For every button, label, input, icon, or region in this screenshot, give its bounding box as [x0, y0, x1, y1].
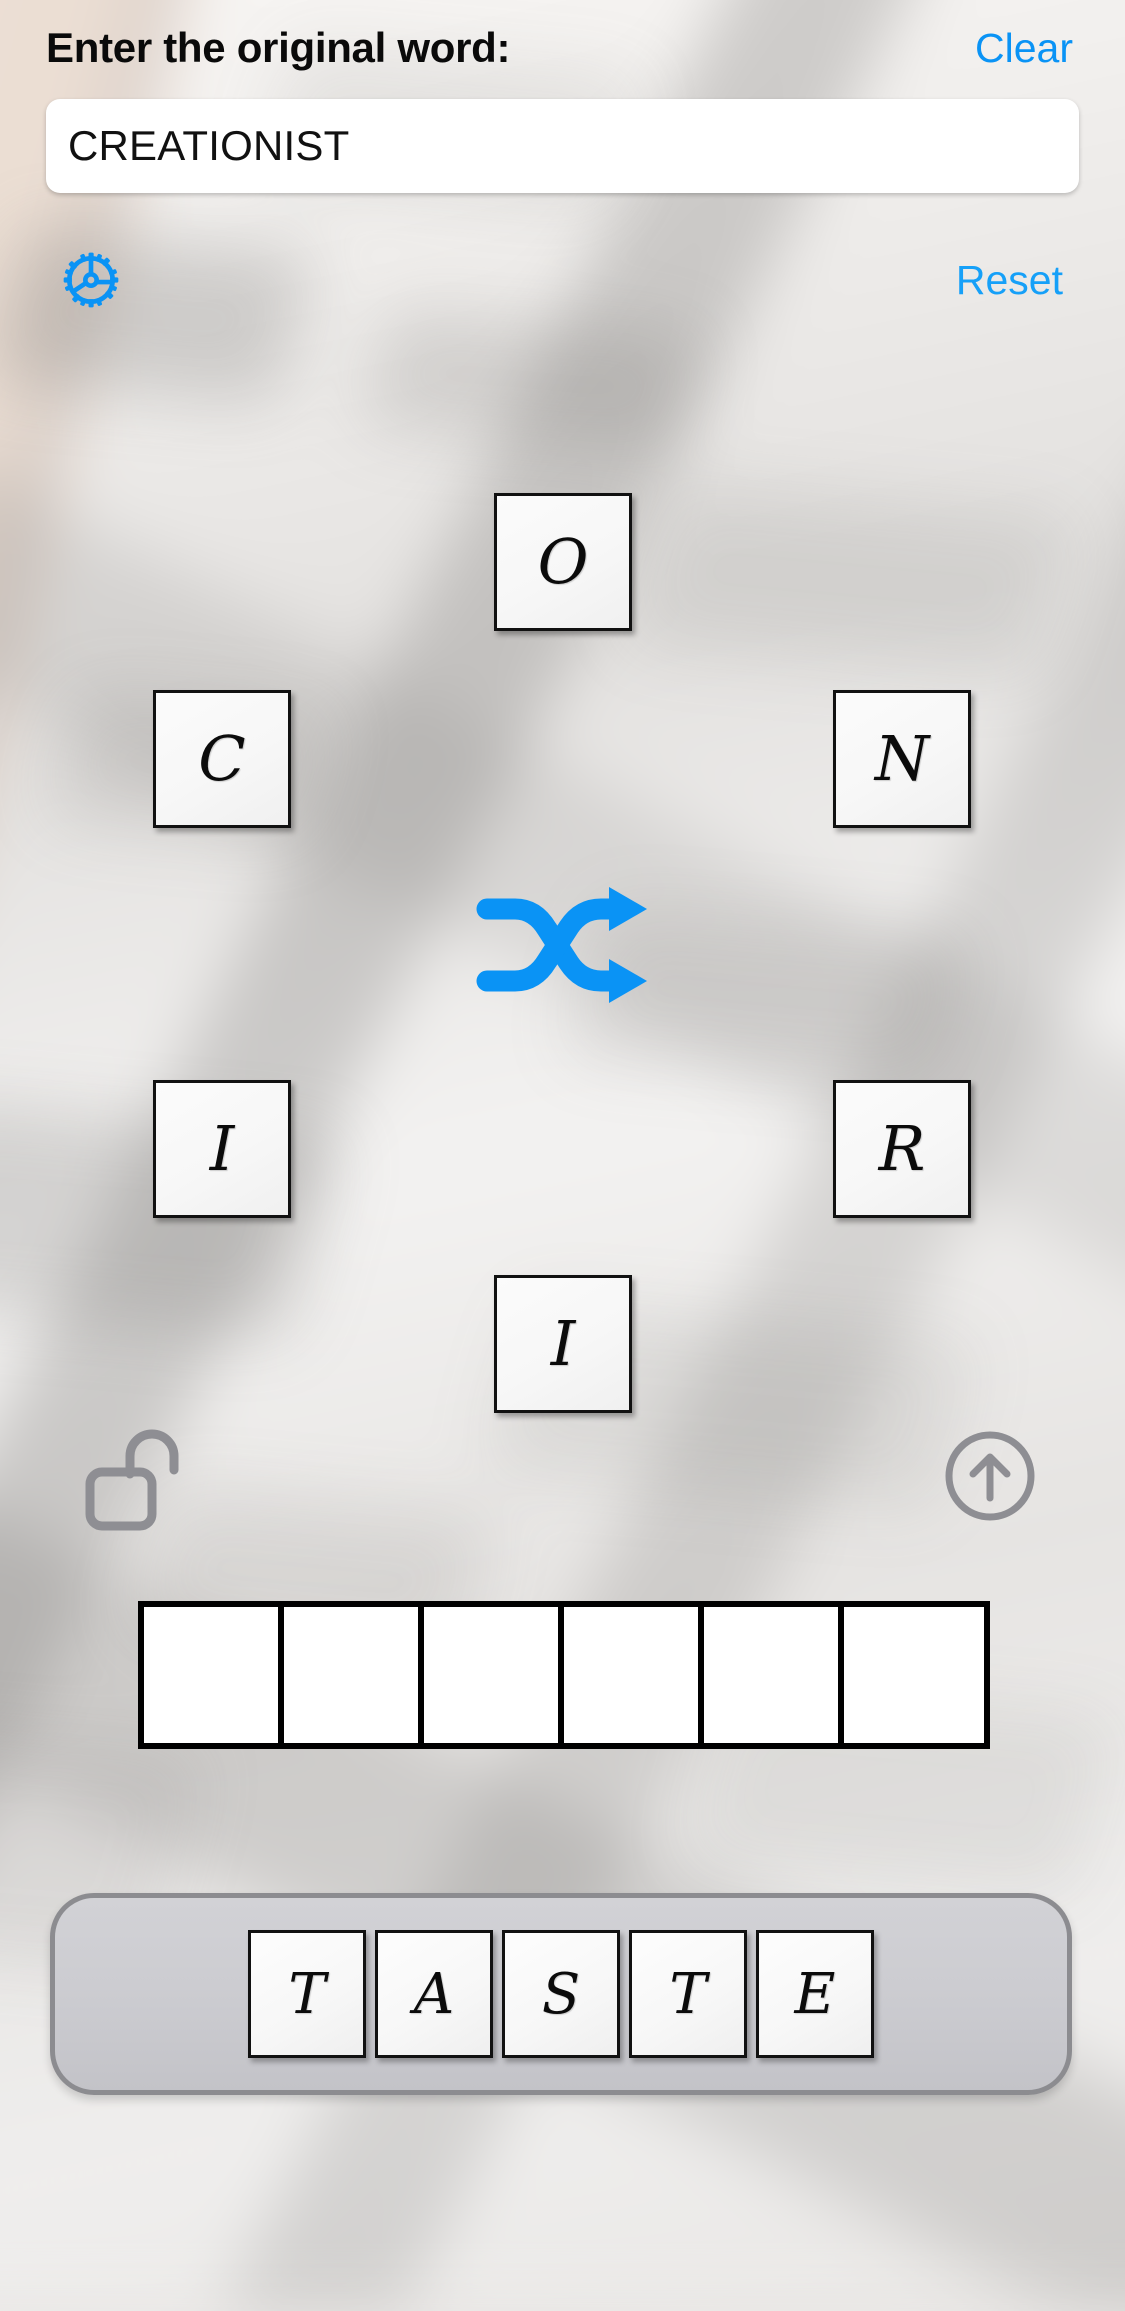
settings-button[interactable]	[58, 247, 124, 313]
page-title: Enter the original word:	[46, 24, 511, 71]
answer-slot-row[interactable]	[138, 1601, 990, 1749]
board-letter-tile-label: C	[198, 722, 246, 795]
board-letter-tile[interactable]: I	[494, 1275, 632, 1413]
tray-letter-tile[interactable]: S	[502, 1930, 620, 2058]
board-letter-tile[interactable]: I	[153, 1080, 291, 1218]
tray-letter-tile-label: S	[541, 1961, 581, 2027]
unlock-icon	[85, 1429, 179, 1531]
board-letter-tile-label: O	[537, 525, 589, 598]
answer-slot[interactable]	[144, 1607, 284, 1743]
shuffle-icon	[476, 887, 647, 1003]
answer-slot[interactable]	[704, 1607, 844, 1743]
tray-letter-tile-label: A	[413, 1961, 455, 2027]
board-letter-tile-label: R	[878, 1112, 926, 1185]
tray-letter-tile[interactable]: A	[375, 1930, 493, 2058]
board-letter-tile-label: I	[550, 1307, 576, 1380]
tools-row: Reset	[46, 247, 1079, 313]
tray-letter-tile[interactable]: E	[756, 1930, 874, 2058]
clear-button[interactable]: Clear	[975, 25, 1079, 72]
gear-icon	[63, 252, 119, 308]
board-letter-tile-label: I	[209, 1112, 235, 1185]
tray-letter-tile-label: T	[669, 1961, 707, 2027]
original-word-value[interactable]: CREATIONIST	[68, 122, 349, 170]
original-word-input[interactable]: CREATIONIST	[46, 99, 1079, 193]
shuffle-button[interactable]	[475, 885, 650, 1005]
lock-toggle-button[interactable]	[84, 1428, 194, 1532]
board-letter-tile[interactable]: C	[153, 690, 291, 828]
scroll-up-button[interactable]	[942, 1428, 1038, 1524]
board-letter-tile[interactable]: R	[833, 1080, 971, 1218]
reset-button[interactable]: Reset	[956, 257, 1063, 304]
top-controls: Enter the original word: Clear CREATIONI…	[0, 0, 1125, 313]
tray-letter-tile-label: E	[794, 1961, 836, 2027]
answer-slot[interactable]	[844, 1607, 984, 1743]
answer-slot[interactable]	[564, 1607, 704, 1743]
board-letter-tile-label: N	[874, 722, 930, 795]
tray-letter-tile[interactable]: T	[629, 1930, 747, 2058]
prompt-row: Enter the original word: Clear	[46, 0, 1079, 96]
arrow-up-circle-icon	[945, 1431, 1035, 1521]
board-letter-tile[interactable]: N	[833, 690, 971, 828]
board-letter-tile[interactable]: O	[494, 493, 632, 631]
tray-letter-tile[interactable]: T	[248, 1930, 366, 2058]
answer-slot[interactable]	[284, 1607, 424, 1743]
answer-slot[interactable]	[424, 1607, 564, 1743]
tray-letter-tile-label: T	[288, 1961, 326, 2027]
letter-tray: TASTE	[50, 1893, 1072, 2095]
